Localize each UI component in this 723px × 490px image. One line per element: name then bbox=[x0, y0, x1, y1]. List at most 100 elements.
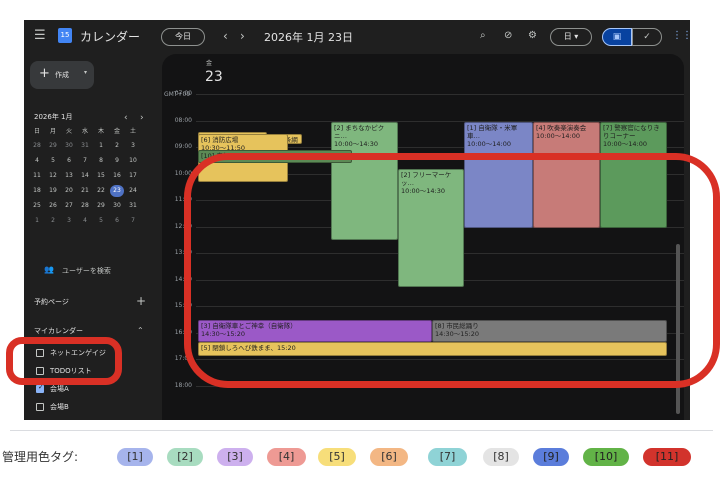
mini-day[interactable]: 3 bbox=[62, 215, 76, 227]
top-bar: ☰ 15 カレンダー 今日 ‹ › 2026年 1月 23日 ⌕ ⊘ ⚙ 日 ▾… bbox=[24, 20, 690, 54]
mini-day[interactable]: 25 bbox=[30, 200, 44, 212]
event-title: [4] 吹奏楽演奏会 bbox=[536, 124, 587, 132]
mini-day[interactable]: 19 bbox=[46, 185, 60, 197]
create-label: 作成 bbox=[55, 71, 69, 79]
mini-day[interactable]: 7 bbox=[78, 155, 92, 167]
time-label: 18:00 bbox=[174, 381, 192, 389]
mini-day[interactable]: 16 bbox=[110, 170, 124, 182]
chevron-up-icon[interactable]: ⌃ bbox=[137, 324, 144, 338]
mini-day[interactable]: 21 bbox=[78, 185, 92, 197]
time-label: 08:00 bbox=[174, 116, 192, 124]
mini-prev-icon[interactable]: ‹ bbox=[124, 111, 128, 125]
event-title: [6] 消防広場 bbox=[201, 136, 239, 144]
apps-grid-icon[interactable]: ⋮⋮ bbox=[672, 29, 690, 43]
color-tag: [10] bbox=[583, 448, 629, 466]
mini-day[interactable]: 9 bbox=[110, 155, 124, 167]
event-time: 10:00〜14:00 bbox=[603, 140, 647, 148]
mini-day[interactable]: 24 bbox=[126, 185, 140, 197]
mini-day[interactable]: 2 bbox=[110, 140, 124, 152]
mini-day[interactable]: 20 bbox=[62, 185, 76, 197]
create-button[interactable]: + 作成 ▾ bbox=[30, 61, 94, 89]
mini-day[interactable]: 18 bbox=[30, 185, 44, 197]
mini-day[interactable]: 30 bbox=[110, 200, 124, 212]
calendar-name[interactable]: 会場A bbox=[50, 384, 69, 394]
highlight-calendar-ring bbox=[6, 337, 122, 385]
help-icon[interactable]: ⊘ bbox=[504, 29, 512, 43]
mini-day[interactable]: 28 bbox=[78, 200, 92, 212]
mini-day[interactable]: 29 bbox=[46, 140, 60, 152]
calendar-toggle-icon[interactable]: ▣ bbox=[602, 28, 632, 46]
plus-icon: + bbox=[39, 66, 50, 81]
mini-day[interactable]: 13 bbox=[62, 170, 76, 182]
chevron-right-icon[interactable]: › bbox=[240, 29, 245, 43]
mini-day[interactable]: 4 bbox=[30, 155, 44, 167]
event-title: [1] 自衛隊・米軍車… bbox=[467, 124, 518, 140]
mini-day[interactable]: 26 bbox=[46, 200, 60, 212]
color-tag: [7] bbox=[428, 448, 467, 466]
view-select[interactable]: 日 ▾ bbox=[550, 28, 592, 46]
mini-next-icon[interactable]: › bbox=[140, 111, 144, 125]
time-label: 10:00 bbox=[174, 169, 192, 177]
mini-day-selected[interactable]: 23 bbox=[110, 185, 124, 197]
hour-line bbox=[196, 94, 684, 95]
highlight-events-ring bbox=[184, 153, 720, 388]
mini-day[interactable]: 30 bbox=[62, 140, 76, 152]
mini-day[interactable]: 29 bbox=[94, 200, 108, 212]
hamburger-menu-icon[interactable]: ☰ bbox=[34, 29, 46, 43]
color-tag: [3] bbox=[217, 448, 253, 466]
color-tag: [5] bbox=[318, 448, 356, 466]
mini-day[interactable]: 22 bbox=[94, 185, 108, 197]
calendar-checkbox[interactable]: ✓ bbox=[36, 383, 44, 393]
mini-day[interactable]: 1 bbox=[94, 140, 108, 152]
mini-day[interactable]: 27 bbox=[62, 200, 76, 212]
color-tag: [4] bbox=[267, 448, 306, 466]
chevron-left-icon[interactable]: ‹ bbox=[223, 29, 228, 43]
mini-day[interactable]: 11 bbox=[30, 170, 44, 182]
gear-icon[interactable]: ⚙ bbox=[528, 29, 537, 43]
color-tag: [9] bbox=[533, 448, 569, 466]
booking-pages-label: 予約ページ bbox=[34, 298, 69, 306]
event-time: 10:00〜14:00 bbox=[467, 140, 511, 148]
mini-day[interactable]: 5 bbox=[94, 215, 108, 227]
color-tag: [6] bbox=[370, 448, 408, 466]
weekday-header: 水 bbox=[81, 128, 88, 135]
calendar-logo-icon: 15 bbox=[58, 28, 72, 43]
search-people[interactable]: ユーザーを検索 bbox=[62, 266, 111, 276]
screenshot-stage: ☰ 15 カレンダー 今日 ‹ › 2026年 1月 23日 ⌕ ⊘ ⚙ 日 ▾… bbox=[0, 0, 723, 490]
calendar-checkbox[interactable] bbox=[36, 403, 44, 411]
search-icon[interactable]: ⌕ bbox=[480, 29, 486, 43]
mini-day[interactable]: 6 bbox=[62, 155, 76, 167]
mini-day[interactable]: 1 bbox=[30, 215, 44, 227]
mini-day[interactable]: 31 bbox=[78, 140, 92, 152]
day-of-week: 金 bbox=[206, 60, 213, 67]
mini-day[interactable]: 3 bbox=[126, 140, 140, 152]
calendar-name[interactable]: 会場B bbox=[50, 402, 69, 412]
mini-day[interactable]: 10 bbox=[126, 155, 140, 167]
mini-day[interactable]: 14 bbox=[78, 170, 92, 182]
color-tag: [2] bbox=[167, 448, 203, 466]
tasks-toggle-icon[interactable]: ✓ bbox=[632, 28, 662, 46]
mini-day[interactable]: 17 bbox=[126, 170, 140, 182]
mini-day[interactable]: 5 bbox=[46, 155, 60, 167]
date-title: 2026年 1月 23日 bbox=[264, 31, 353, 44]
weekday-header: 金 bbox=[113, 128, 120, 135]
mini-day[interactable]: 6 bbox=[110, 215, 124, 227]
day-number[interactable]: 23 bbox=[205, 69, 223, 85]
divider bbox=[10, 430, 713, 431]
chevron-down-icon: ▾ bbox=[84, 69, 88, 76]
today-button[interactable]: 今日 bbox=[161, 28, 205, 46]
mini-day[interactable]: 12 bbox=[46, 170, 60, 182]
mini-day[interactable]: 4 bbox=[78, 215, 92, 227]
mini-month-title: 2026年 1月 bbox=[34, 113, 73, 121]
mini-day[interactable]: 28 bbox=[30, 140, 44, 152]
mini-day[interactable]: 7 bbox=[126, 215, 140, 227]
event-time: 10:00〜14:30 bbox=[334, 140, 378, 148]
weekday-header: 日 bbox=[33, 128, 40, 135]
event-time: 10:00〜14:00 bbox=[536, 132, 580, 140]
mini-day[interactable]: 8 bbox=[94, 155, 108, 167]
mini-day[interactable]: 2 bbox=[46, 215, 60, 227]
app-title: カレンダー bbox=[80, 30, 141, 44]
mini-day[interactable]: 15 bbox=[94, 170, 108, 182]
add-booking-icon[interactable]: + bbox=[136, 294, 146, 308]
mini-day[interactable]: 31 bbox=[126, 200, 140, 212]
